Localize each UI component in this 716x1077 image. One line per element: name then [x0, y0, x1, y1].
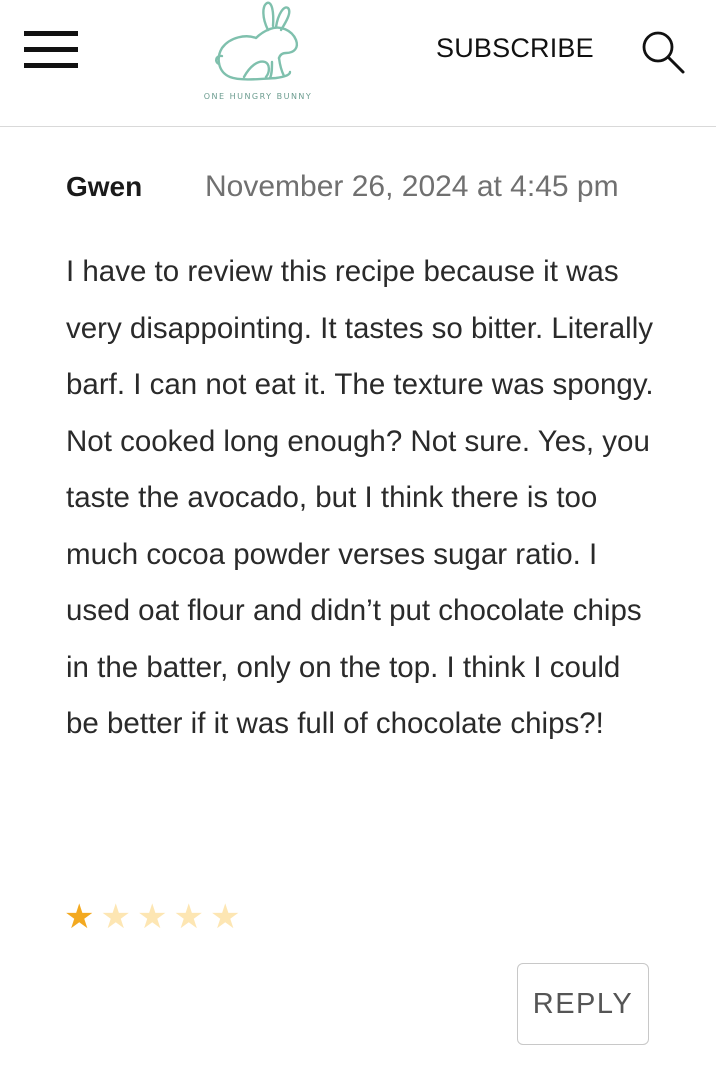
star-rating: ★ ★ ★ ★ ★ [64, 897, 247, 937]
search-icon[interactable] [640, 29, 686, 75]
star-empty-icon: ★ [137, 897, 168, 937]
star-empty-icon: ★ [100, 897, 131, 937]
star-empty-icon: ★ [210, 897, 241, 937]
comment-date[interactable]: November 26, 2024 at 4:45 pm [205, 170, 619, 204]
star-filled-icon: ★ [64, 897, 95, 937]
comment-author: Gwen [66, 171, 143, 202]
star-empty-icon: ★ [173, 897, 204, 937]
hamburger-menu-icon[interactable] [24, 31, 78, 71]
bunny-logo-icon [214, 1, 299, 81]
reply-button[interactable]: REPLY [517, 963, 649, 1045]
menu-bar [24, 47, 78, 52]
logo-text: ONE HUNGRY BUNNY [203, 92, 313, 101]
site-header: ONE HUNGRY BUNNY SUBSCRIBE [0, 0, 716, 127]
comment-text: I have to review this recipe because it … [66, 255, 654, 740]
site-logo[interactable]: ONE HUNGRY BUNNY [186, 0, 330, 110]
menu-bar [24, 63, 78, 68]
menu-bar [24, 31, 78, 36]
subscribe-link[interactable]: SUBSCRIBE [436, 33, 594, 64]
